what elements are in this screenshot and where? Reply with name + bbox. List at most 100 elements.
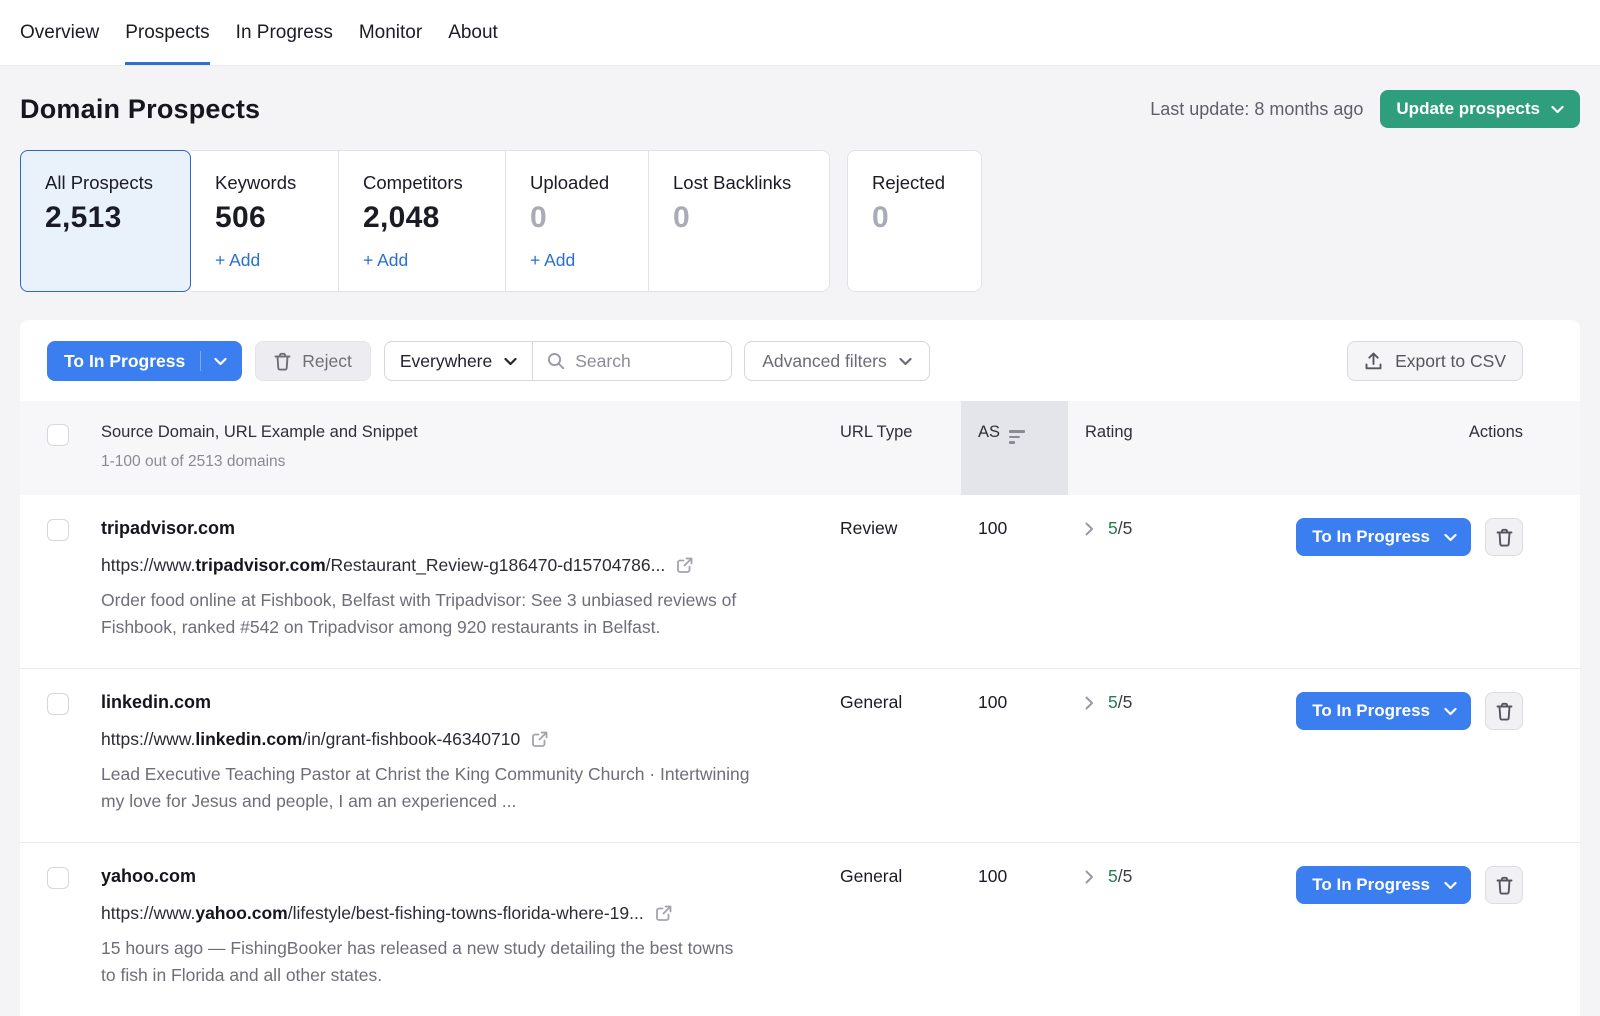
sort-descending-icon xyxy=(1009,430,1025,444)
url-domain: yahoo.com xyxy=(195,903,287,923)
trash-icon xyxy=(274,352,291,371)
card-all-prospects[interactable]: All Prospects 2,513 xyxy=(20,150,191,292)
url-domain: linkedin.com xyxy=(195,729,302,749)
card-label: Lost Backlinks xyxy=(673,172,805,194)
external-link-icon[interactable] xyxy=(655,905,672,922)
card-value: 2,513 xyxy=(45,201,166,235)
reject-label: Reject xyxy=(302,351,352,372)
to-in-progress-label: To In Progress xyxy=(1312,527,1430,547)
page-title: Domain Prospects xyxy=(20,94,260,125)
rating-cell: 5/5 xyxy=(1068,866,1282,989)
add-uploaded-link[interactable]: + Add xyxy=(530,250,624,271)
delete-row-button[interactable] xyxy=(1485,692,1523,730)
to-in-progress-row-button[interactable]: To In Progress xyxy=(1296,692,1471,730)
tab-overview[interactable]: Overview xyxy=(20,0,99,65)
card-rejected[interactable]: Rejected 0 xyxy=(847,150,982,292)
chevron-down-icon xyxy=(1444,533,1457,542)
source-domain: linkedin.com xyxy=(101,692,840,713)
chevron-right-icon[interactable] xyxy=(1085,696,1094,710)
url-path: /in/grant-fishbook-46340710 xyxy=(302,729,520,749)
card-value: 0 xyxy=(872,201,957,235)
row-checkbox[interactable] xyxy=(47,693,69,715)
card-label: Competitors xyxy=(363,172,481,194)
table-toolbar: To In Progress Reject Everywhere xyxy=(20,320,1580,401)
rating-cell: 5/5 xyxy=(1068,518,1282,641)
external-link-icon[interactable] xyxy=(676,557,693,574)
to-in-progress-row-button[interactable]: To In Progress xyxy=(1296,518,1471,556)
top-nav: Overview Prospects In Progress Monitor A… xyxy=(0,0,1600,66)
tab-about[interactable]: About xyxy=(448,0,498,65)
table-header: Source Domain, URL Example and Snippet 1… xyxy=(20,401,1580,495)
card-lost-backlinks[interactable]: Lost Backlinks 0 xyxy=(649,150,830,292)
trash-icon xyxy=(1496,876,1513,895)
snippet-text: Lead Executive Teaching Pastor at Christ… xyxy=(101,761,751,815)
advanced-filters-button[interactable]: Advanced filters xyxy=(744,341,930,381)
table-row: yahoo.com https://www.yahoo.com/lifestyl… xyxy=(20,842,1580,1016)
url-prefix: https://www. xyxy=(101,903,195,923)
card-label: Keywords xyxy=(215,172,314,194)
url-domain: tripadvisor.com xyxy=(195,555,325,575)
search-field-wrap xyxy=(533,342,731,380)
url-path: /lifestyle/best-fishing-towns-florida-wh… xyxy=(288,903,644,923)
url-example: https://www.linkedin.com/in/grant-fishbo… xyxy=(101,729,840,750)
card-uploaded[interactable]: Uploaded 0 + Add xyxy=(506,150,649,292)
table-row: linkedin.com https://www.linkedin.com/in… xyxy=(20,668,1580,842)
search-scope-select[interactable]: Everywhere xyxy=(385,342,533,380)
export-label: Export to CSV xyxy=(1395,351,1506,372)
to-in-progress-label: To In Progress xyxy=(1312,701,1430,721)
select-all-checkbox[interactable] xyxy=(47,424,69,446)
card-label: Uploaded xyxy=(530,172,624,194)
url-path: /Restaurant_Review-g186470-d15704786... xyxy=(326,555,666,575)
table-row: tripadvisor.com https://www.tripadvisor.… xyxy=(20,495,1580,668)
tab-prospects[interactable]: Prospects xyxy=(125,0,209,65)
col-as[interactable]: AS xyxy=(961,401,1068,495)
add-keywords-link[interactable]: + Add xyxy=(215,250,314,271)
to-in-progress-row-button[interactable]: To In Progress xyxy=(1296,866,1471,904)
chevron-right-icon[interactable] xyxy=(1085,522,1094,536)
export-to-csv-button[interactable]: Export to CSV xyxy=(1347,341,1523,381)
last-update-text: Last update: 8 months ago xyxy=(1150,99,1363,120)
advanced-filters-label: Advanced filters xyxy=(762,351,887,372)
card-value: 0 xyxy=(530,201,624,235)
as-value: 100 xyxy=(961,518,1068,641)
url-prefix: https://www. xyxy=(101,729,195,749)
url-type-value: Review xyxy=(840,518,961,641)
reject-button[interactable]: Reject xyxy=(255,341,371,381)
as-value: 100 xyxy=(961,866,1068,989)
search-combo: Everywhere xyxy=(384,341,732,381)
tab-monitor[interactable]: Monitor xyxy=(359,0,422,65)
delete-row-button[interactable] xyxy=(1485,518,1523,556)
tab-in-progress[interactable]: In Progress xyxy=(236,0,333,65)
chevron-down-icon xyxy=(504,357,517,366)
delete-row-button[interactable] xyxy=(1485,866,1523,904)
as-value: 100 xyxy=(961,692,1068,815)
card-value: 506 xyxy=(215,201,314,235)
stats-row: All Prospects 2,513 Keywords 506 + Add C… xyxy=(20,150,1580,292)
url-type-value: General xyxy=(840,866,961,989)
rating-value: 5/5 xyxy=(1108,518,1132,539)
snippet-text: 15 hours ago — FishingBooker has release… xyxy=(101,935,751,989)
search-input[interactable] xyxy=(575,351,715,372)
card-label: All Prospects xyxy=(45,172,166,194)
chevron-down-icon xyxy=(214,357,227,366)
export-icon xyxy=(1364,352,1383,371)
add-competitors-link[interactable]: + Add xyxy=(363,250,481,271)
update-prospects-button[interactable]: Update prospects xyxy=(1380,90,1580,128)
col-as-label: AS xyxy=(978,423,1000,442)
card-label: Rejected xyxy=(872,172,957,194)
update-prospects-label: Update prospects xyxy=(1396,99,1540,119)
external-link-icon[interactable] xyxy=(531,731,548,748)
chevron-right-icon[interactable] xyxy=(1085,870,1094,884)
row-checkbox[interactable] xyxy=(47,867,69,889)
snippet-text: Order food online at Fishbook, Belfast w… xyxy=(101,587,751,641)
rating-cell: 5/5 xyxy=(1068,692,1282,815)
url-example: https://www.tripadvisor.com/Restaurant_R… xyxy=(101,555,840,576)
chevron-down-icon xyxy=(1444,707,1457,716)
to-in-progress-bulk-button[interactable]: To In Progress xyxy=(47,341,242,381)
row-count-text: 1-100 out of 2513 domains xyxy=(101,453,840,471)
url-example: https://www.yahoo.com/lifestyle/best-fis… xyxy=(101,903,840,924)
row-checkbox[interactable] xyxy=(47,519,69,541)
url-prefix: https://www. xyxy=(101,555,195,575)
card-competitors[interactable]: Competitors 2,048 + Add xyxy=(339,150,506,292)
card-keywords[interactable]: Keywords 506 + Add xyxy=(191,150,339,292)
